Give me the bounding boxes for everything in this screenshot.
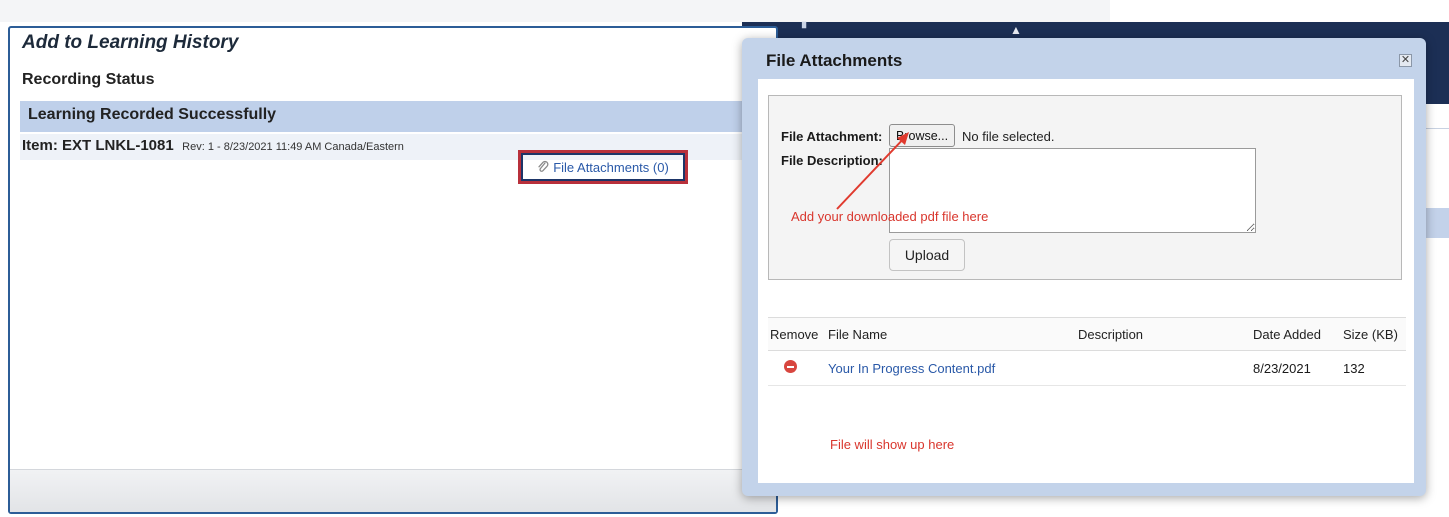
file-attachments-link[interactable]: File Attachments (0)	[518, 150, 688, 184]
file-attachments-link-label: File Attachments (0)	[553, 159, 669, 175]
files-table: Remove File Name Description Date Added …	[768, 317, 1406, 386]
learning-history-panel: Add to Learning History Recording Status…	[8, 26, 780, 514]
panel-footer	[10, 469, 776, 512]
annotation-add-file: Add your downloaded pdf file here	[791, 209, 989, 224]
university-logo-icon: ▘	[802, 23, 811, 35]
no-file-selected-text: No file selected.	[962, 129, 1055, 144]
upload-button[interactable]: Upload	[889, 239, 965, 271]
table-header: Remove File Name Description Date Added …	[768, 317, 1406, 351]
col-remove: Remove	[770, 326, 819, 342]
item-code: Item: EXT LNKL-1081	[22, 137, 174, 154]
chevron-up-icon[interactable]: ▲	[1010, 24, 1022, 36]
browse-button[interactable]: Browse...	[889, 124, 956, 147]
success-banner: Learning Recorded Successfully	[20, 101, 780, 132]
file-attachments-dialog: File Attachments ✕ File Attachment: Brow…	[742, 38, 1426, 496]
date-added-cell: 8/23/2021	[1253, 360, 1311, 376]
col-file-name: File Name	[828, 326, 888, 342]
file-attachment-label: File Attachment:	[781, 129, 883, 144]
recording-status-heading: Recording Status	[22, 71, 155, 88]
col-description: Description	[1078, 326, 1144, 342]
paperclip-icon	[537, 160, 549, 174]
size-cell: 132	[1343, 360, 1365, 376]
upload-section: File Attachment: Browse... No file selec…	[768, 95, 1402, 280]
top-strip	[0, 0, 1110, 22]
file-description-label: File Description:	[781, 153, 883, 168]
close-icon[interactable]: ✕	[1399, 54, 1412, 67]
file-name-link[interactable]: Your In Progress Content.pdf	[828, 361, 995, 376]
item-meta: Rev: 1 - 8/23/2021 11:49 AM Canada/Easte…	[182, 141, 404, 153]
dialog-title: File Attachments	[766, 51, 903, 70]
col-size: Size (KB)	[1343, 326, 1398, 342]
annotation-file-shows: File will show up here	[830, 437, 955, 452]
col-date-added: Date Added	[1253, 326, 1321, 342]
table-row: Your In Progress Content.pdf 8/23/2021 1…	[768, 351, 1406, 386]
page-title: Add to Learning History	[22, 32, 239, 53]
dialog-body: File Attachment: Browse... No file selec…	[758, 79, 1414, 483]
remove-icon[interactable]	[784, 360, 797, 373]
